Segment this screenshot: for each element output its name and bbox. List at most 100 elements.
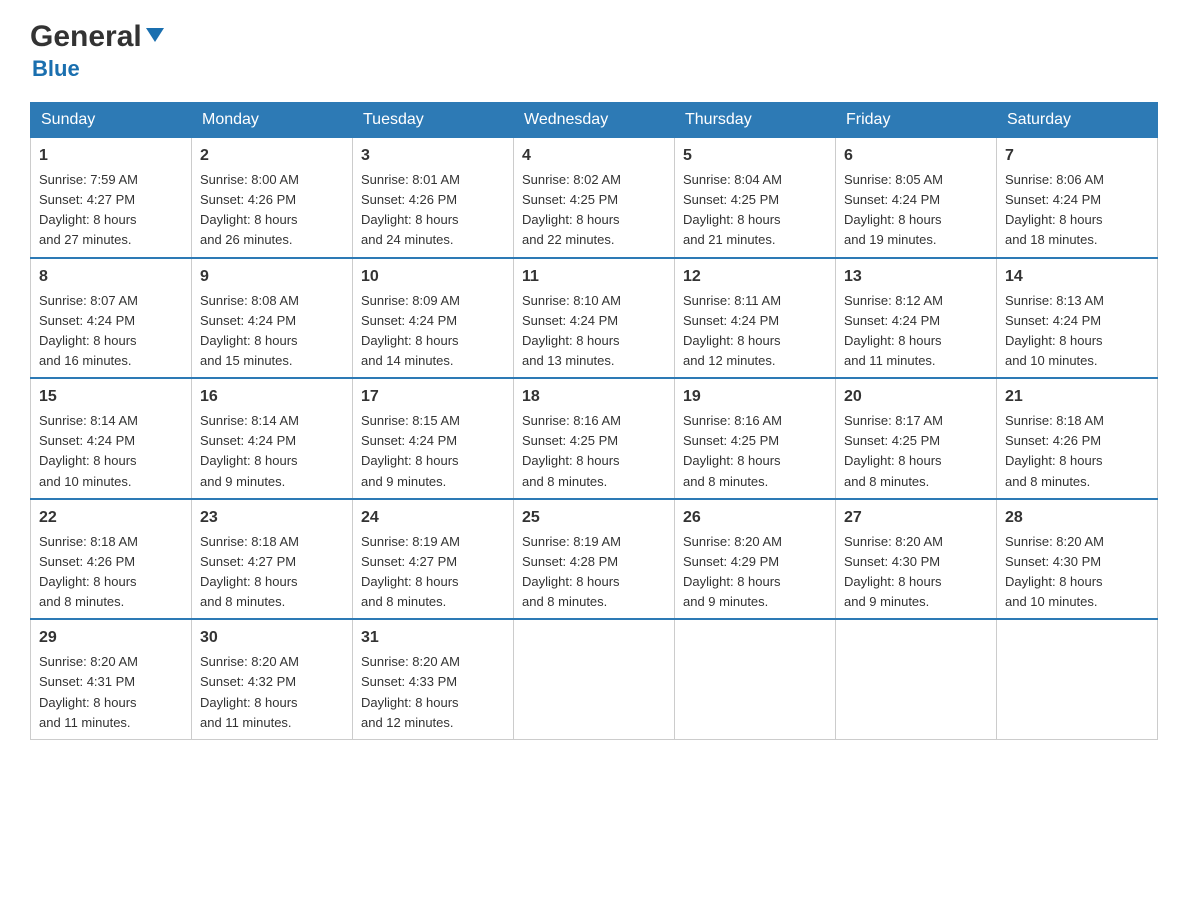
day-info: Sunrise: 8:09 AMSunset: 4:24 PMDaylight:…: [361, 291, 505, 372]
day-info: Sunrise: 8:16 AMSunset: 4:25 PMDaylight:…: [522, 411, 666, 492]
calendar-table: SundayMondayTuesdayWednesdayThursdayFrid…: [30, 102, 1158, 740]
day-cell: 17Sunrise: 8:15 AMSunset: 4:24 PMDayligh…: [353, 378, 514, 499]
day-cell: 5Sunrise: 8:04 AMSunset: 4:25 PMDaylight…: [675, 138, 836, 258]
day-number: 27: [844, 506, 988, 530]
week-row-1: 1Sunrise: 7:59 AMSunset: 4:27 PMDaylight…: [31, 138, 1158, 258]
header-wednesday: Wednesday: [514, 103, 675, 138]
day-number: 8: [39, 265, 183, 289]
day-info: Sunrise: 8:05 AMSunset: 4:24 PMDaylight:…: [844, 170, 988, 251]
day-cell: 21Sunrise: 8:18 AMSunset: 4:26 PMDayligh…: [997, 378, 1158, 499]
day-cell: 4Sunrise: 8:02 AMSunset: 4:25 PMDaylight…: [514, 138, 675, 258]
day-info: Sunrise: 8:07 AMSunset: 4:24 PMDaylight:…: [39, 291, 183, 372]
day-cell: [675, 619, 836, 739]
day-info: Sunrise: 8:01 AMSunset: 4:26 PMDaylight:…: [361, 170, 505, 251]
day-cell: [997, 619, 1158, 739]
day-info: Sunrise: 8:18 AMSunset: 4:26 PMDaylight:…: [39, 532, 183, 613]
day-cell: 31Sunrise: 8:20 AMSunset: 4:33 PMDayligh…: [353, 619, 514, 739]
day-info: Sunrise: 8:20 AMSunset: 4:29 PMDaylight:…: [683, 532, 827, 613]
day-number: 24: [361, 506, 505, 530]
header-monday: Monday: [192, 103, 353, 138]
day-cell: 13Sunrise: 8:12 AMSunset: 4:24 PMDayligh…: [836, 258, 997, 379]
day-cell: 20Sunrise: 8:17 AMSunset: 4:25 PMDayligh…: [836, 378, 997, 499]
day-info: Sunrise: 8:14 AMSunset: 4:24 PMDaylight:…: [39, 411, 183, 492]
day-cell: 3Sunrise: 8:01 AMSunset: 4:26 PMDaylight…: [353, 138, 514, 258]
day-number: 20: [844, 385, 988, 409]
logo: General Blue: [30, 20, 166, 82]
week-row-3: 15Sunrise: 8:14 AMSunset: 4:24 PMDayligh…: [31, 378, 1158, 499]
day-number: 19: [683, 385, 827, 409]
day-number: 3: [361, 144, 505, 168]
day-number: 29: [39, 626, 183, 650]
day-cell: 30Sunrise: 8:20 AMSunset: 4:32 PMDayligh…: [192, 619, 353, 739]
logo-triangle-icon: [144, 24, 166, 46]
day-number: 7: [1005, 144, 1149, 168]
day-number: 22: [39, 506, 183, 530]
day-info: Sunrise: 8:16 AMSunset: 4:25 PMDaylight:…: [683, 411, 827, 492]
day-number: 31: [361, 626, 505, 650]
day-cell: 14Sunrise: 8:13 AMSunset: 4:24 PMDayligh…: [997, 258, 1158, 379]
day-cell: 16Sunrise: 8:14 AMSunset: 4:24 PMDayligh…: [192, 378, 353, 499]
day-number: 13: [844, 265, 988, 289]
day-number: 2: [200, 144, 344, 168]
day-info: Sunrise: 8:18 AMSunset: 4:26 PMDaylight:…: [1005, 411, 1149, 492]
day-cell: 9Sunrise: 8:08 AMSunset: 4:24 PMDaylight…: [192, 258, 353, 379]
day-number: 4: [522, 144, 666, 168]
day-number: 21: [1005, 385, 1149, 409]
day-info: Sunrise: 8:10 AMSunset: 4:24 PMDaylight:…: [522, 291, 666, 372]
day-info: Sunrise: 8:19 AMSunset: 4:27 PMDaylight:…: [361, 532, 505, 613]
header-saturday: Saturday: [997, 103, 1158, 138]
day-number: 16: [200, 385, 344, 409]
week-row-4: 22Sunrise: 8:18 AMSunset: 4:26 PMDayligh…: [31, 499, 1158, 620]
week-row-5: 29Sunrise: 8:20 AMSunset: 4:31 PMDayligh…: [31, 619, 1158, 739]
day-number: 6: [844, 144, 988, 168]
day-number: 17: [361, 385, 505, 409]
day-cell: 2Sunrise: 8:00 AMSunset: 4:26 PMDaylight…: [192, 138, 353, 258]
logo-general-text: General: [30, 20, 142, 54]
day-cell: 11Sunrise: 8:10 AMSunset: 4:24 PMDayligh…: [514, 258, 675, 379]
day-info: Sunrise: 8:20 AMSunset: 4:30 PMDaylight:…: [1005, 532, 1149, 613]
day-number: 30: [200, 626, 344, 650]
day-number: 28: [1005, 506, 1149, 530]
header-friday: Friday: [836, 103, 997, 138]
day-cell: 6Sunrise: 8:05 AMSunset: 4:24 PMDaylight…: [836, 138, 997, 258]
day-cell: 8Sunrise: 8:07 AMSunset: 4:24 PMDaylight…: [31, 258, 192, 379]
day-cell: 22Sunrise: 8:18 AMSunset: 4:26 PMDayligh…: [31, 499, 192, 620]
day-info: Sunrise: 7:59 AMSunset: 4:27 PMDaylight:…: [39, 170, 183, 251]
day-info: Sunrise: 8:20 AMSunset: 4:32 PMDaylight:…: [200, 652, 344, 733]
day-number: 25: [522, 506, 666, 530]
logo-blue-text: Blue: [32, 56, 80, 82]
day-cell: 19Sunrise: 8:16 AMSunset: 4:25 PMDayligh…: [675, 378, 836, 499]
day-cell: [836, 619, 997, 739]
day-number: 26: [683, 506, 827, 530]
day-info: Sunrise: 8:08 AMSunset: 4:24 PMDaylight:…: [200, 291, 344, 372]
day-number: 9: [200, 265, 344, 289]
day-number: 12: [683, 265, 827, 289]
day-info: Sunrise: 8:20 AMSunset: 4:31 PMDaylight:…: [39, 652, 183, 733]
day-info: Sunrise: 8:04 AMSunset: 4:25 PMDaylight:…: [683, 170, 827, 251]
day-info: Sunrise: 8:14 AMSunset: 4:24 PMDaylight:…: [200, 411, 344, 492]
calendar-header-row: SundayMondayTuesdayWednesdayThursdayFrid…: [31, 103, 1158, 138]
day-info: Sunrise: 8:06 AMSunset: 4:24 PMDaylight:…: [1005, 170, 1149, 251]
header-sunday: Sunday: [31, 103, 192, 138]
day-cell: 27Sunrise: 8:20 AMSunset: 4:30 PMDayligh…: [836, 499, 997, 620]
day-cell: 12Sunrise: 8:11 AMSunset: 4:24 PMDayligh…: [675, 258, 836, 379]
day-info: Sunrise: 8:00 AMSunset: 4:26 PMDaylight:…: [200, 170, 344, 251]
day-number: 1: [39, 144, 183, 168]
header-thursday: Thursday: [675, 103, 836, 138]
day-cell: [514, 619, 675, 739]
day-cell: 26Sunrise: 8:20 AMSunset: 4:29 PMDayligh…: [675, 499, 836, 620]
day-number: 14: [1005, 265, 1149, 289]
day-info: Sunrise: 8:18 AMSunset: 4:27 PMDaylight:…: [200, 532, 344, 613]
day-cell: 18Sunrise: 8:16 AMSunset: 4:25 PMDayligh…: [514, 378, 675, 499]
day-cell: 29Sunrise: 8:20 AMSunset: 4:31 PMDayligh…: [31, 619, 192, 739]
day-info: Sunrise: 8:20 AMSunset: 4:30 PMDaylight:…: [844, 532, 988, 613]
day-number: 11: [522, 265, 666, 289]
day-number: 18: [522, 385, 666, 409]
day-number: 23: [200, 506, 344, 530]
day-number: 15: [39, 385, 183, 409]
header-tuesday: Tuesday: [353, 103, 514, 138]
day-cell: 28Sunrise: 8:20 AMSunset: 4:30 PMDayligh…: [997, 499, 1158, 620]
day-cell: 1Sunrise: 7:59 AMSunset: 4:27 PMDaylight…: [31, 138, 192, 258]
day-cell: 10Sunrise: 8:09 AMSunset: 4:24 PMDayligh…: [353, 258, 514, 379]
day-info: Sunrise: 8:12 AMSunset: 4:24 PMDaylight:…: [844, 291, 988, 372]
